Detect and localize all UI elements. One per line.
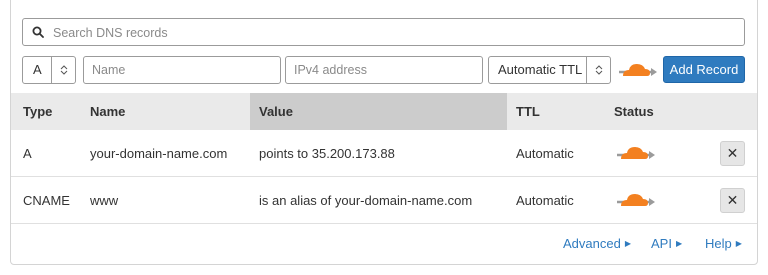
record-type-stepper[interactable]: [51, 57, 75, 83]
header-type[interactable]: Type: [23, 93, 52, 130]
record-value[interactable]: points to 35.200.173.88: [259, 130, 395, 177]
ttl-select[interactable]: Automatic TTL: [488, 56, 611, 84]
header-status: Status: [614, 104, 654, 119]
ipv4-address-input[interactable]: IPv4 address: [285, 56, 483, 84]
cloud-proxied-icon[interactable]: [615, 139, 657, 167]
name-input[interactable]: Name: [83, 56, 281, 84]
record-name[interactable]: your-domain-name.com: [90, 130, 227, 177]
table-header: Type Name Value TTL Status: [11, 93, 757, 130]
record-name[interactable]: www: [90, 177, 118, 224]
advanced-link[interactable]: Advanced ▶: [563, 234, 631, 254]
record-type[interactable]: CNAME: [23, 177, 70, 224]
header-value[interactable]: Value: [259, 93, 293, 130]
record-type-value: A: [33, 62, 42, 77]
ttl-stepper[interactable]: [586, 57, 610, 83]
up-down-arrow-icon: [60, 65, 68, 75]
up-down-arrow-icon: [595, 65, 603, 75]
name-placeholder: Name: [92, 63, 126, 77]
search-icon: [32, 26, 44, 38]
add-record-button[interactable]: Add Record: [663, 56, 745, 83]
proxy-cloud-toggle-icon[interactable]: [617, 56, 659, 84]
cloud-proxied-icon[interactable]: [615, 186, 657, 214]
help-link-label: Help: [705, 236, 732, 251]
caret-right-icon: ▶: [735, 239, 742, 248]
record-value[interactable]: is an alias of your-domain-name.com: [259, 177, 472, 224]
search-dns-input[interactable]: Search DNS records: [22, 18, 745, 46]
header-ttl[interactable]: TTL: [516, 93, 540, 130]
api-link[interactable]: API ▶: [651, 234, 682, 254]
help-link[interactable]: Help ▶: [705, 234, 742, 254]
api-link-label: API: [651, 236, 672, 251]
header-name[interactable]: Name: [90, 93, 125, 130]
ipv4-placeholder: IPv4 address: [294, 63, 367, 77]
search-placeholder: Search DNS records: [53, 26, 168, 40]
record-type-select[interactable]: A: [22, 56, 76, 84]
record-ttl[interactable]: Automatic: [516, 177, 574, 224]
record-type[interactable]: A: [23, 130, 32, 177]
ttl-value: Automatic TTL: [498, 62, 583, 77]
footer-links: Advanced ▶ API ▶ Help ▶: [0, 234, 768, 254]
record-ttl[interactable]: Automatic: [516, 130, 574, 177]
table-row: CNAME www is an alias of your-domain-nam…: [11, 177, 757, 224]
delete-record-button[interactable]: ✕: [720, 141, 745, 166]
advanced-link-label: Advanced: [563, 236, 621, 251]
caret-right-icon: ▶: [675, 239, 683, 248]
add-record-form: A Name IPv4 address Automatic TTL Add Re…: [0, 56, 768, 84]
delete-record-button[interactable]: ✕: [720, 188, 745, 213]
table-row: A your-domain-name.com points to 35.200.…: [11, 130, 757, 177]
caret-right-icon: ▶: [624, 239, 631, 248]
